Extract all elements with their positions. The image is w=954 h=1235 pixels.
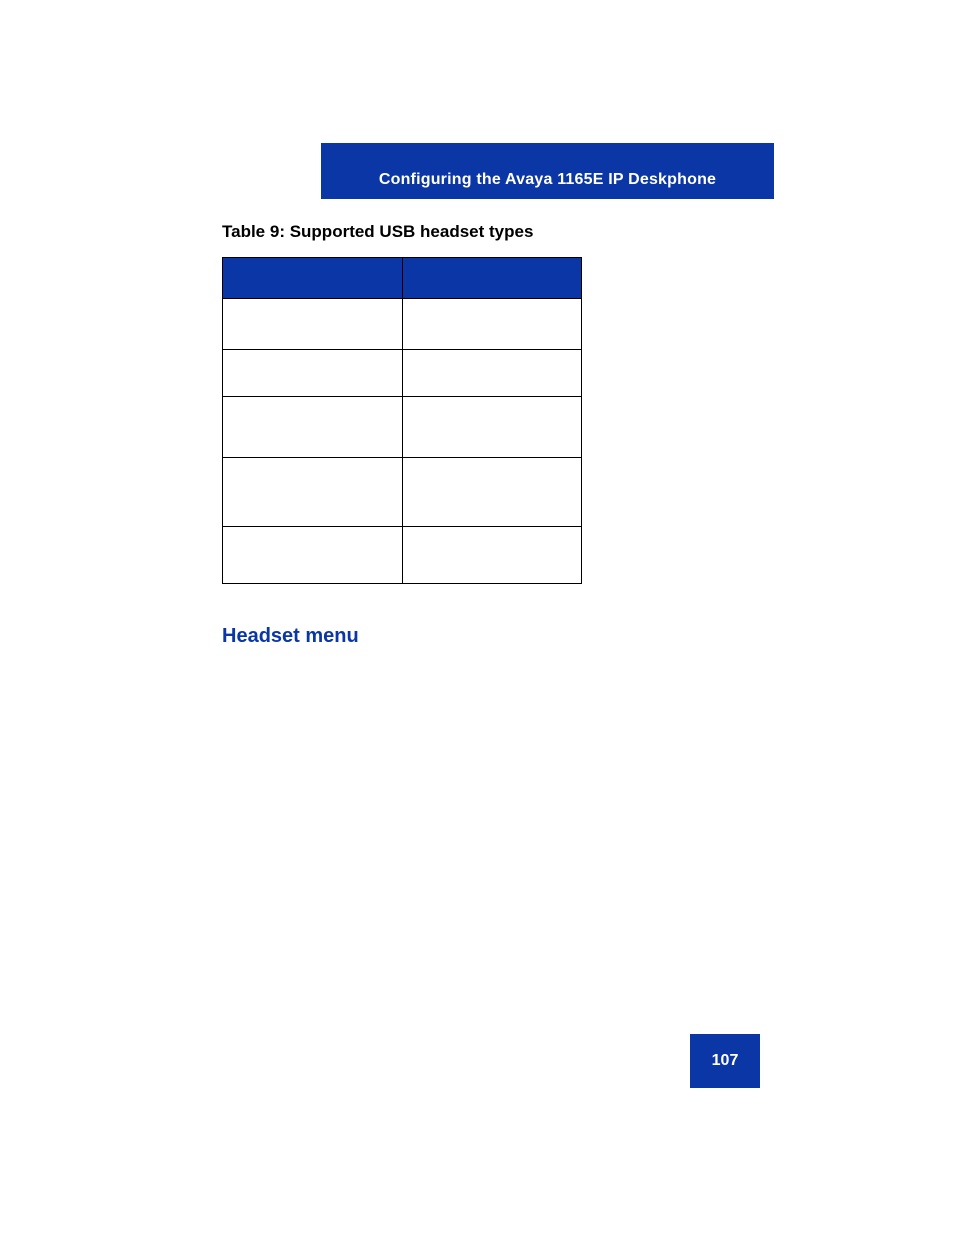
- table-cell: [223, 527, 403, 584]
- header-band: Configuring the Avaya 1165E IP Deskphone: [321, 143, 774, 199]
- table-row: [223, 350, 582, 397]
- section-heading: Headset menu: [222, 625, 359, 648]
- table-cell: [223, 350, 403, 397]
- table-row: [223, 299, 582, 350]
- page-number: 107: [712, 1052, 739, 1070]
- table-row: [223, 397, 582, 458]
- table-row: [223, 458, 582, 527]
- table-header-row: [223, 258, 582, 299]
- table-header-cell: [402, 258, 582, 299]
- table-cell: [223, 299, 403, 350]
- table-header-cell: [223, 258, 403, 299]
- table-cell: [402, 299, 582, 350]
- table-row: [223, 527, 582, 584]
- table-cell: [402, 527, 582, 584]
- header-section-title: Configuring the Avaya 1165E IP Deskphone: [379, 171, 716, 189]
- table-caption: Table 9: Supported USB headset types: [222, 222, 533, 242]
- table-cell: [402, 397, 582, 458]
- table-cell: [223, 458, 403, 527]
- usb-headset-table: [222, 257, 582, 584]
- table-cell: [223, 397, 403, 458]
- page-number-box: 107: [690, 1034, 760, 1088]
- document-page: Configuring the Avaya 1165E IP Deskphone…: [0, 0, 954, 1235]
- table-cell: [402, 458, 582, 527]
- table-cell: [402, 350, 582, 397]
